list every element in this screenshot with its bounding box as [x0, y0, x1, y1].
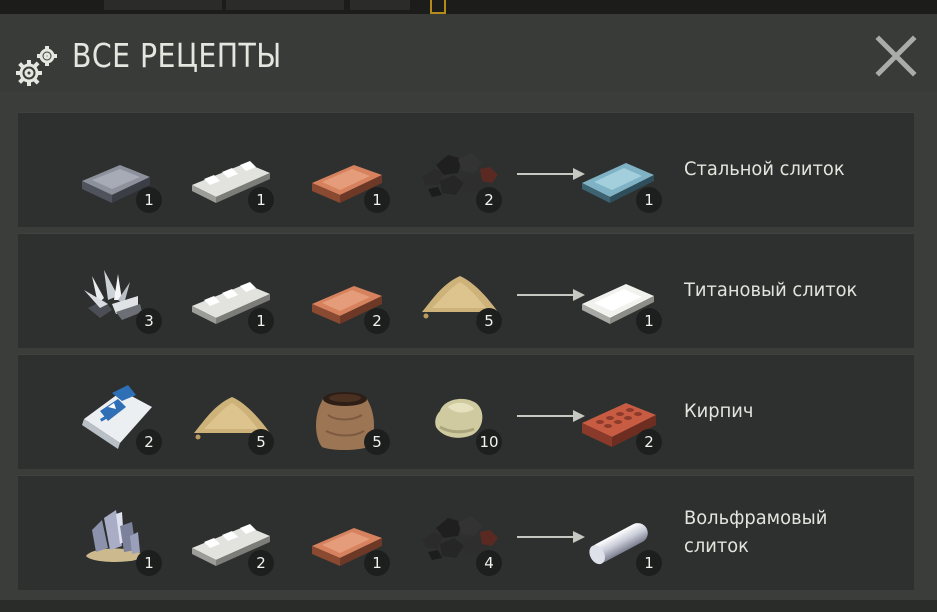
ingredient-slot[interactable]: 5 [418, 260, 504, 334]
ingredient-count: 1 [136, 550, 162, 576]
ingredient-slot[interactable]: 1 [190, 260, 276, 334]
result-count: 1 [636, 550, 662, 576]
result-count: 2 [636, 429, 662, 455]
ingredient-count: 1 [248, 308, 274, 334]
close-button[interactable] [870, 30, 922, 82]
result-slot[interactable]: 1 [578, 260, 664, 334]
ingredient-slot[interactable]: 5 [190, 381, 276, 455]
ingredient-count: 2 [476, 187, 502, 213]
ingredient-count: 3 [136, 308, 162, 334]
ingredient-count: 1 [364, 550, 390, 576]
ingredient-count: 1 [364, 187, 390, 213]
ingredient-count: 5 [248, 429, 274, 455]
ingredient-slot[interactable]: 1 [78, 139, 164, 213]
ingredient-slot[interactable]: 2 [78, 381, 164, 455]
ingredient-count: 2 [136, 429, 162, 455]
recipe-row-titanium-ingot[interactable]: 3 1 2 5 1 Титановый слиток [18, 233, 914, 348]
bottom-bar [0, 600, 937, 612]
arrow-right-icon [517, 531, 585, 543]
ingredient-slot[interactable]: 3 [78, 260, 164, 334]
window-header: ВСЕ РЕЦЕПТЫ [0, 14, 937, 92]
ingredient-count: 5 [476, 308, 502, 334]
result-count: 1 [636, 187, 662, 213]
window-title: ВСЕ РЕЦЕПТЫ [72, 36, 282, 75]
result-name: Вольфрамовый слиток [684, 507, 828, 557]
ingredient-slot[interactable]: 5 [306, 381, 392, 455]
result-count: 1 [636, 308, 662, 334]
ingredient-count: 4 [476, 550, 502, 576]
gear-icon [16, 46, 57, 86]
recipe-list: 1 1 1 2 1 Стальной слиток 3 1 2 5 1 Тита… [18, 112, 914, 590]
recipe-row-tungsten-ingot[interactable]: 1 2 1 4 1 Вольфрамовый слиток [18, 475, 914, 590]
ingredient-slot[interactable]: 1 [306, 502, 392, 576]
ingredient-count: 2 [364, 308, 390, 334]
result-slot[interactable]: 1 [578, 139, 664, 213]
ingredient-slot[interactable]: 1 [306, 139, 392, 213]
ingredient-slot[interactable]: 2 [190, 502, 276, 576]
result-name: Кирпич [684, 400, 754, 422]
arrow-right-icon [517, 168, 585, 180]
result-slot[interactable]: 2 [578, 381, 664, 455]
top-bar [0, 0, 937, 14]
ingredient-slot[interactable]: 1 [78, 502, 164, 576]
ingredient-count: 5 [364, 429, 390, 455]
ingredient-slot[interactable]: 2 [306, 260, 392, 334]
result-slot[interactable]: 1 [578, 502, 664, 576]
ingredient-count: 1 [136, 187, 162, 213]
ingredient-count: 1 [248, 187, 274, 213]
result-name: Титановый слиток [684, 279, 858, 301]
recipes-window: ВСЕ РЕЦЕПТЫ 1 1 1 2 1 Стальной слиток 3 … [0, 14, 937, 612]
ingredient-slot[interactable]: 2 [418, 139, 504, 213]
result-name: Стальной слиток [684, 158, 845, 180]
ingredient-count: 10 [476, 429, 502, 455]
ingredient-slot[interactable]: 4 [418, 502, 504, 576]
arrow-right-icon [517, 410, 585, 422]
recipe-row-steel-ingot[interactable]: 1 1 1 2 1 Стальной слиток [18, 112, 914, 227]
close-icon [875, 35, 917, 77]
ingredient-slot[interactable]: 1 [190, 139, 276, 213]
arrow-right-icon [517, 289, 585, 301]
ingredient-count: 2 [248, 550, 274, 576]
ingredient-slot[interactable]: 10 [418, 381, 504, 455]
recipe-row-brick[interactable]: 2 5 5 10 2 Кирпич [18, 354, 914, 469]
